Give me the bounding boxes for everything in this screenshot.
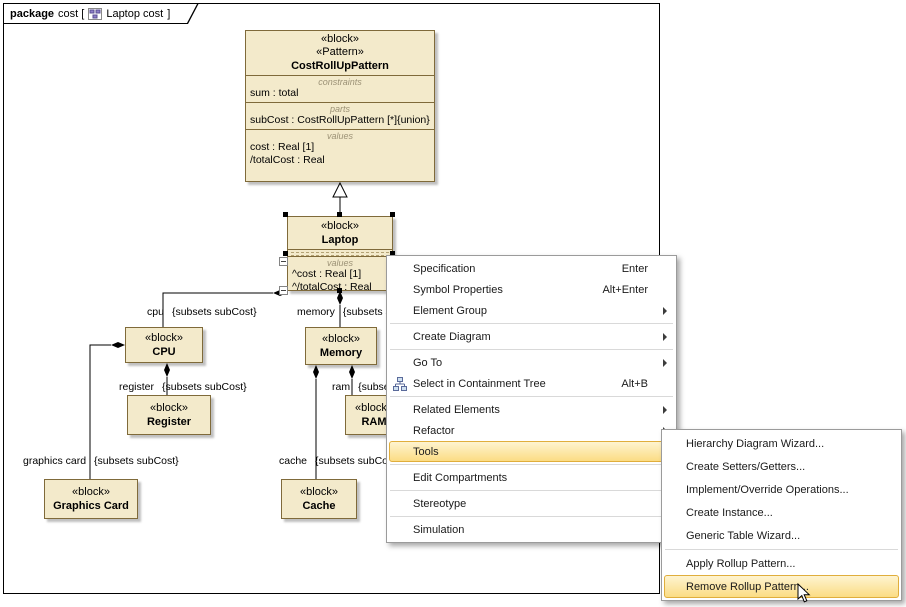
mouse-cursor-icon [797, 583, 811, 604]
menu-item-hierarchy-diagram-wizard[interactable]: Hierarchy Diagram Wizard... [662, 432, 901, 455]
submenu-arrow-icon [663, 406, 667, 414]
block-register[interactable]: «block» Register [127, 395, 211, 435]
compartment-label: parts [246, 104, 434, 114]
diagram-header-tab[interactable]: package cost [ Laptop cost ] [3, 3, 199, 24]
stereotype-label: «block» [45, 486, 137, 499]
diagram-title-label: Laptop cost [106, 8, 163, 20]
menu-separator [390, 516, 673, 517]
collapse-icon[interactable] [279, 257, 288, 266]
block-costrolluppattern[interactable]: «block» «Pattern» CostRollUpPattern cons… [245, 30, 435, 182]
compartment-label: values [288, 258, 392, 268]
block-name: Graphics Card [45, 499, 137, 514]
constraint-entry: sum : total [246, 87, 434, 100]
stereotype-label: «block» [248, 33, 432, 46]
submenu-arrow-icon [663, 307, 667, 315]
block-cpu[interactable]: «block» CPU [125, 327, 203, 363]
block-laptop[interactable]: «block» Laptop values ^cost : Real [1] ^… [287, 216, 393, 291]
suppressed-compartment [288, 249, 392, 256]
menu-item-tools[interactable]: Tools [387, 441, 676, 462]
value-entry: /totalCost : Real [246, 154, 434, 167]
menu-separator [665, 549, 898, 550]
menu-item-create-setters-getters[interactable]: Create Setters/Getters... [662, 455, 901, 478]
block-name: CostRollUpPattern [248, 59, 432, 74]
menu-item-generic-table-wizard[interactable]: Generic Table Wizard... [662, 524, 901, 547]
edge-label-cache[interactable]: cache{subsets subCost} [279, 455, 400, 467]
resize-handle[interactable] [283, 251, 288, 256]
stereotype-label: «block» [282, 486, 356, 499]
context-menu: Specification Enter Symbol Properties Al… [386, 255, 677, 543]
resize-handle[interactable] [390, 212, 395, 217]
diagram-icon [88, 8, 102, 20]
resize-handle[interactable] [283, 212, 288, 217]
submenu-arrow-icon [663, 359, 667, 367]
stereotype-label: «block» [290, 220, 390, 233]
edge-label-graphics-card[interactable]: graphics card{subsets subCost} [23, 455, 179, 467]
resize-handle[interactable] [337, 288, 342, 293]
menu-item-symbol-properties[interactable]: Symbol Properties Alt+Enter [387, 279, 676, 300]
menu-item-refactor[interactable]: Refactor [387, 420, 676, 441]
menu-item-edit-compartments[interactable]: Edit Compartments [387, 467, 676, 488]
edge-label-cpu[interactable]: cpu{subsets subCost} [147, 306, 257, 318]
value-entry: ^cost : Real [1] [288, 268, 392, 281]
block-name: Memory [306, 346, 376, 361]
menu-item-apply-rollup-pattern[interactable]: Apply Rollup Pattern... [662, 552, 901, 575]
menu-item-go-to[interactable]: Go To [387, 352, 676, 373]
menu-separator [390, 323, 673, 324]
menu-item-element-group[interactable]: Element Group [387, 300, 676, 321]
menu-separator [390, 490, 673, 491]
containment-tree-icon [393, 377, 407, 391]
menu-separator [390, 464, 673, 465]
tools-submenu: Hierarchy Diagram Wizard... Create Sette… [661, 429, 902, 601]
menu-item-create-instance[interactable]: Create Instance... [662, 501, 901, 524]
diagram-kind-label: package [10, 8, 54, 20]
edge-label-register[interactable]: register{subsets subCost} [119, 381, 247, 393]
block-cache[interactable]: «block» Cache [281, 479, 357, 519]
block-name: CPU [126, 345, 202, 360]
diagram-canvas: package cost [ Laptop cost ] [0, 0, 906, 607]
menu-separator [390, 349, 673, 350]
menu-item-stereotype[interactable]: Stereotype [387, 493, 676, 514]
resize-handle[interactable] [337, 212, 342, 217]
value-entry: cost : Real [1] [246, 141, 434, 154]
stereotype-label: «block» [126, 332, 202, 345]
menu-item-simulation[interactable]: Simulation [387, 519, 676, 540]
block-name: Register [128, 415, 210, 430]
stereotype-label: «block» [128, 402, 210, 415]
block-name: Cache [282, 499, 356, 514]
diagram-title-close-bracket: ] [167, 8, 170, 20]
stereotype-label: «Pattern» [248, 46, 432, 59]
menu-item-specification[interactable]: Specification Enter [387, 258, 676, 279]
submenu-arrow-icon [663, 333, 667, 341]
compartment-label: constraints [246, 77, 434, 87]
menu-separator [390, 396, 673, 397]
block-name: Laptop [290, 233, 390, 248]
compartment-label: values [246, 131, 434, 141]
block-graphics-card[interactable]: «block» Graphics Card [44, 479, 138, 519]
collapse-icon[interactable] [279, 286, 288, 295]
stereotype-label: «block» [306, 333, 376, 346]
block-memory[interactable]: «block» Memory [305, 327, 377, 365]
menu-item-related-elements[interactable]: Related Elements [387, 399, 676, 420]
menu-item-create-diagram[interactable]: Create Diagram [387, 326, 676, 347]
menu-item-implement-override-operations[interactable]: Implement/Override Operations... [662, 478, 901, 501]
diagram-context-label: cost [ [58, 8, 84, 20]
menu-item-remove-rollup-pattern[interactable]: Remove Rollup Pattern... [662, 575, 901, 598]
menu-item-select-in-containment-tree[interactable]: Select in Containment Tree Alt+B [387, 373, 676, 394]
part-entry: subCost : CostRollUpPattern [*]{union} [246, 114, 434, 127]
